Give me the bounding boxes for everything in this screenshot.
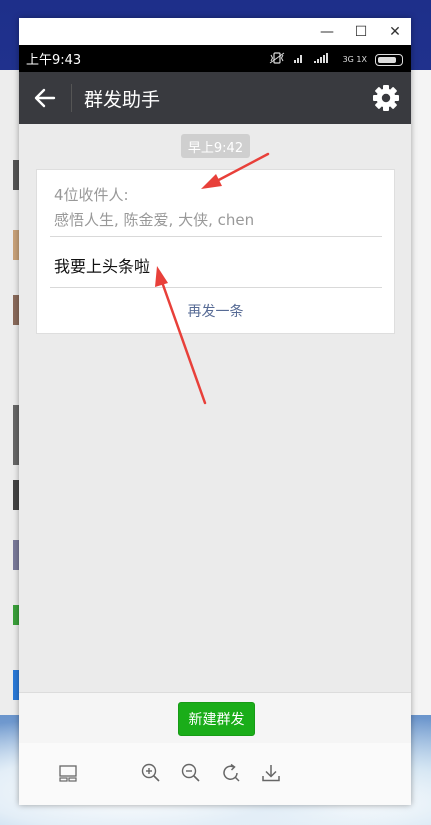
status-icons: 3G 1X	[269, 52, 403, 67]
emulator-window: — ☐ ✕ 上午9:43 3G 1X 群发助手 早上9:42 4位收件人: 感悟…	[19, 18, 411, 805]
broadcast-message-card: 4位收件人: 感悟人生, 陈金爱, 大侠, chen 我要上头条啦 再发一条	[36, 169, 395, 334]
chat-content[interactable]: 早上9:42 4位收件人: 感悟人生, 陈金爱, 大侠, chen 我要上头条啦…	[19, 124, 411, 692]
rotate-icon[interactable]	[220, 762, 242, 784]
gear-icon	[373, 85, 399, 111]
status-time: 上午9:43	[26, 53, 82, 68]
new-broadcast-button[interactable]: 新建群发	[178, 702, 255, 736]
arrow-left-icon	[34, 88, 56, 108]
layout-icon[interactable]	[57, 762, 79, 784]
phone-status-bar: 上午9:43 3G 1X	[19, 45, 411, 72]
network-label: 3G 1X	[342, 54, 367, 64]
window-titlebar: — ☐ ✕	[19, 18, 411, 45]
resend-button[interactable]: 再发一条	[37, 301, 394, 321]
back-button[interactable]	[19, 72, 71, 124]
bottom-action-bar: 新建群发	[19, 692, 411, 744]
app-bar-divider	[71, 84, 72, 112]
download-icon[interactable]	[260, 762, 282, 784]
zoom-out-icon[interactable]	[180, 762, 202, 784]
recipient-count: 4位收件人:	[54, 186, 129, 204]
broadcast-message-text: 我要上头条啦	[54, 257, 151, 276]
battery-icon	[375, 53, 403, 66]
divider	[50, 287, 382, 288]
close-button[interactable]: ✕	[379, 18, 411, 45]
recipient-names: 感悟人生, 陈金爱, 大侠, chen	[54, 211, 255, 229]
divider	[50, 236, 382, 237]
maximize-button[interactable]: ☐	[345, 18, 377, 45]
signal-icon	[313, 52, 335, 67]
emulator-toolbar	[19, 743, 411, 805]
zoom-in-icon[interactable]	[140, 762, 162, 784]
app-bar: 群发助手	[19, 72, 411, 124]
background-chat-list-strip	[0, 70, 20, 715]
page-title: 群发助手	[84, 88, 161, 111]
message-timestamp: 早上9:42	[181, 134, 250, 158]
vibrate-icon	[269, 52, 285, 67]
minimize-button[interactable]: —	[311, 18, 343, 45]
signal-icon	[293, 52, 305, 67]
settings-button[interactable]	[371, 83, 401, 113]
